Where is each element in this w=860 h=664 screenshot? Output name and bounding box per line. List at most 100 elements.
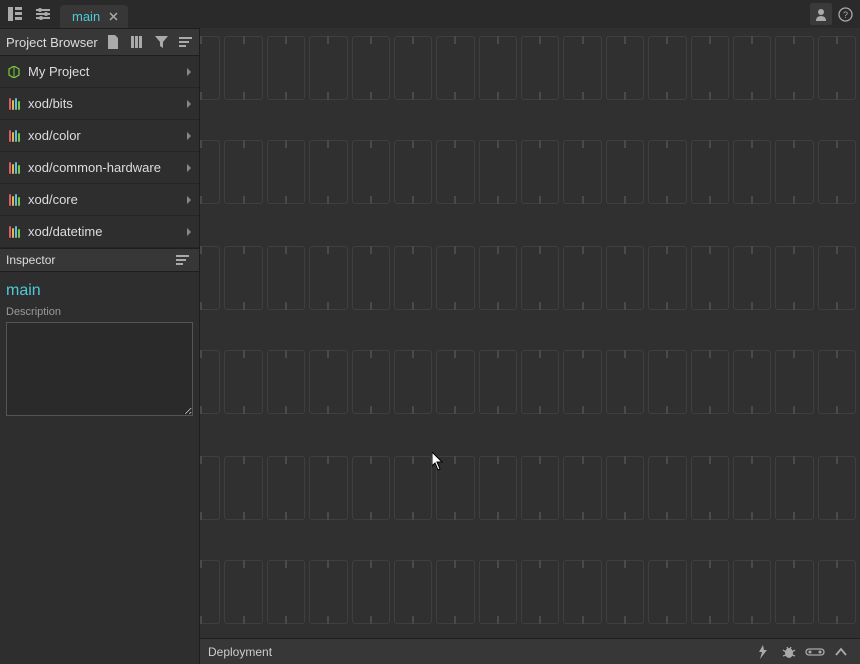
node-slot[interactable]: [352, 350, 390, 414]
node-slot[interactable]: [691, 140, 729, 204]
node-slot[interactable]: [200, 350, 220, 414]
node-slot[interactable]: [691, 560, 729, 624]
node-slot[interactable]: [818, 140, 856, 204]
add-library-icon[interactable]: [127, 32, 147, 52]
node-slot[interactable]: [479, 350, 517, 414]
debug-icon[interactable]: [778, 643, 800, 661]
node-slot[interactable]: [648, 246, 686, 310]
node-slot[interactable]: [352, 560, 390, 624]
node-slot[interactable]: [352, 246, 390, 310]
node-slot[interactable]: [818, 350, 856, 414]
node-slot[interactable]: [563, 246, 601, 310]
node-slot[interactable]: [352, 36, 390, 100]
tree-item-lib[interactable]: xod/core: [0, 184, 199, 216]
node-slot[interactable]: [775, 560, 813, 624]
node-slot[interactable]: [563, 456, 601, 520]
tree-item-lib[interactable]: xod/datetime: [0, 216, 199, 248]
node-slot[interactable]: [479, 36, 517, 100]
node-slot[interactable]: [224, 350, 262, 414]
quick-upload-icon[interactable]: [752, 643, 774, 661]
node-slot[interactable]: [775, 36, 813, 100]
filter-icon[interactable]: [151, 32, 171, 52]
node-slot[interactable]: [691, 246, 729, 310]
tree-item-lib[interactable]: xod/bits: [0, 88, 199, 120]
node-slot[interactable]: [394, 560, 432, 624]
node-slot[interactable]: [606, 560, 644, 624]
node-slot[interactable]: [479, 246, 517, 310]
node-slot[interactable]: [224, 246, 262, 310]
node-slot[interactable]: [606, 246, 644, 310]
node-slot[interactable]: [436, 140, 474, 204]
node-slot[interactable]: [563, 36, 601, 100]
node-slot[interactable]: [521, 350, 559, 414]
node-slot[interactable]: [309, 246, 347, 310]
patch-canvas[interactable]: [200, 28, 860, 664]
inspector-description-input[interactable]: [6, 322, 193, 416]
node-slot[interactable]: [479, 456, 517, 520]
node-slot[interactable]: [733, 350, 771, 414]
node-slot[interactable]: [309, 140, 347, 204]
node-slot[interactable]: [775, 456, 813, 520]
node-slot[interactable]: [200, 560, 220, 624]
node-slot[interactable]: [648, 140, 686, 204]
node-slot[interactable]: [436, 456, 474, 520]
node-slot[interactable]: [352, 140, 390, 204]
tab-main[interactable]: main: [60, 5, 128, 28]
node-slot[interactable]: [479, 140, 517, 204]
tree-item-lib[interactable]: xod/common-hardware: [0, 152, 199, 184]
node-slot[interactable]: [648, 350, 686, 414]
node-slot[interactable]: [267, 350, 305, 414]
node-slot[interactable]: [394, 246, 432, 310]
node-slot[interactable]: [224, 140, 262, 204]
node-slot[interactable]: [733, 456, 771, 520]
node-slot[interactable]: [521, 36, 559, 100]
panel-menu-icon[interactable]: [175, 32, 195, 52]
node-slot[interactable]: [648, 456, 686, 520]
node-slot[interactable]: [606, 36, 644, 100]
node-slot[interactable]: [200, 456, 220, 520]
node-slot[interactable]: [648, 36, 686, 100]
node-slot[interactable]: [436, 560, 474, 624]
node-slot[interactable]: [691, 36, 729, 100]
node-slot[interactable]: [521, 140, 559, 204]
node-slot[interactable]: [563, 140, 601, 204]
node-slot[interactable]: [267, 560, 305, 624]
node-slot[interactable]: [267, 140, 305, 204]
node-slot[interactable]: [691, 350, 729, 414]
node-slot[interactable]: [267, 246, 305, 310]
node-slot[interactable]: [606, 350, 644, 414]
node-slot[interactable]: [394, 350, 432, 414]
node-slot[interactable]: [267, 36, 305, 100]
node-slot[interactable]: [521, 456, 559, 520]
node-slot[interactable]: [200, 36, 220, 100]
simulate-icon[interactable]: [804, 643, 826, 661]
tree-item-my-project[interactable]: My Project: [0, 56, 199, 88]
node-slot[interactable]: [606, 456, 644, 520]
tab-close-icon[interactable]: [106, 10, 120, 24]
node-slot[interactable]: [521, 246, 559, 310]
node-slot[interactable]: [200, 140, 220, 204]
node-slot[interactable]: [818, 246, 856, 310]
node-slot[interactable]: [691, 456, 729, 520]
node-slot[interactable]: [309, 560, 347, 624]
expand-panel-icon[interactable]: [830, 643, 852, 661]
node-slot[interactable]: [267, 456, 305, 520]
node-slot[interactable]: [224, 36, 262, 100]
node-slot[interactable]: [775, 350, 813, 414]
node-slot[interactable]: [818, 36, 856, 100]
node-slot[interactable]: [733, 246, 771, 310]
node-slot[interactable]: [309, 36, 347, 100]
node-slot[interactable]: [394, 456, 432, 520]
account-button[interactable]: [810, 3, 832, 25]
node-slot[interactable]: [352, 456, 390, 520]
node-slot[interactable]: [436, 350, 474, 414]
settings-toggle-icon[interactable]: [32, 3, 54, 25]
panel-left-toggle[interactable]: [4, 3, 26, 25]
panel-menu-icon[interactable]: [171, 249, 193, 271]
node-slot[interactable]: [436, 246, 474, 310]
node-slot[interactable]: [775, 246, 813, 310]
node-slot[interactable]: [563, 350, 601, 414]
node-slot[interactable]: [200, 246, 220, 310]
node-slot[interactable]: [394, 36, 432, 100]
node-slot[interactable]: [224, 560, 262, 624]
